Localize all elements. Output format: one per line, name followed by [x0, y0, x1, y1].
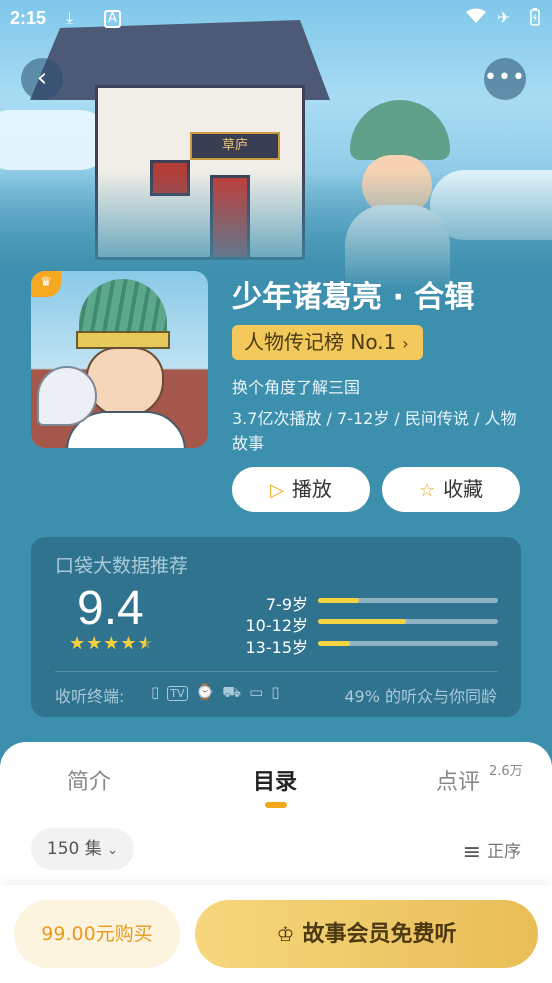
more-dots-icon: ••• — [484, 65, 526, 90]
play-icon: ▷ — [270, 480, 284, 501]
stats-card: 口袋大数据推荐 9.4 ★★★★★★ 7-9岁 10-12岁 13-15岁 收听… — [31, 537, 521, 717]
character-hat — [350, 100, 450, 160]
album-title: 少年诸葛亮 · 合辑 — [232, 280, 475, 315]
tab-catalog[interactable]: 目录 — [253, 764, 297, 796]
age-row: 13-15岁 — [221, 634, 501, 657]
crown-icon: ♔ — [276, 922, 295, 946]
chevron-right-icon: › — [402, 334, 409, 353]
tab-review[interactable]: 点评 — [436, 764, 480, 796]
sort-order-button[interactable]: ≡ 正序 — [463, 837, 521, 865]
more-button[interactable]: ••• — [484, 58, 526, 100]
buy-button[interactable]: 99.00元购买 — [14, 900, 180, 968]
sort-list-icon: ≡ — [462, 840, 481, 865]
album-subtitle: 换个角度了解三国 — [232, 378, 361, 397]
rank-badge[interactable]: 人物传记榜 No.1 › — [232, 325, 423, 360]
status-time: 2:15 — [10, 8, 47, 28]
episode-range-label: 150 集 — [46, 839, 102, 859]
age-bar-fill — [318, 598, 360, 603]
tab-intro[interactable]: 简介 — [67, 764, 111, 796]
album-meta: 3.7亿次播放 / 7-12岁 / 民间传说 / 人物故事 — [232, 409, 517, 453]
vip-listen-button[interactable]: ♔ 故事会员免费听 — [195, 900, 538, 968]
age-bar — [318, 641, 498, 646]
download-icon: ⤓ — [66, 8, 74, 27]
play-label: 播放 — [291, 477, 332, 501]
same-age-text: 49% 的听众与你同龄 — [344, 687, 497, 706]
wifi-icon — [466, 8, 486, 28]
airplane-icon: ✈ — [497, 8, 511, 27]
status-bar: 2:15 ⤓ A ✈ — [0, 0, 552, 36]
review-count: 2.6万 — [489, 764, 523, 779]
album-cover: ♛ — [31, 271, 208, 448]
bottom-bar: 99.00元购买 ♔ 故事会员免费听 — [0, 885, 552, 983]
age-bar — [318, 598, 498, 603]
favorite-label: 收藏 — [443, 477, 484, 501]
sort-order-label: 正序 — [487, 842, 521, 862]
speaker-icon: ▯ — [271, 683, 288, 701]
active-tab-indicator — [265, 802, 287, 808]
vip-crown-icon: ♛ — [31, 271, 61, 297]
phone-icon: ▯ — [151, 683, 168, 701]
temple-sign: 草庐 — [190, 132, 280, 160]
age-row: 7-9岁 — [221, 591, 501, 614]
cloud — [0, 110, 110, 170]
rank-label: 人物传记榜 No.1 — [244, 330, 397, 354]
device-icons: ▯ TV ⌚⛟▭▯ — [151, 683, 288, 703]
chevron-left-icon: ‹ — [36, 63, 48, 93]
age-bar — [318, 619, 498, 624]
battery-icon — [530, 8, 540, 30]
chevron-down-icon: ⌄ — [107, 843, 119, 858]
rating-score: 9.4 — [77, 582, 144, 635]
star-icon: ☆ — [418, 480, 436, 501]
age-label: 13-15岁 — [245, 638, 309, 657]
hero-banner: 草庐 — [0, 0, 552, 290]
age-label: 10-12岁 — [245, 616, 309, 635]
cover-face — [86, 347, 164, 417]
vip-listen-label: 故事会员免费听 — [302, 922, 457, 947]
tablet-icon: ▭ — [249, 683, 272, 701]
car-icon: ⛟ — [222, 683, 250, 701]
tv-icon: TV — [167, 686, 188, 701]
stats-divider — [55, 671, 498, 672]
font-icon: A — [104, 10, 121, 28]
age-row: 10-12岁 — [221, 612, 501, 635]
back-button[interactable]: ‹ — [21, 58, 63, 100]
age-bar-fill — [318, 641, 351, 646]
age-bar-fill — [318, 619, 407, 624]
stats-heading: 口袋大数据推荐 — [55, 555, 189, 577]
play-button[interactable]: ▷ 播放 — [232, 467, 370, 512]
cover-fan — [37, 366, 97, 426]
episode-range-select[interactable]: 150 集 ⌄ — [31, 828, 134, 870]
favorite-button[interactable]: ☆ 收藏 — [382, 467, 520, 512]
rating-stars: ★★★★★★ — [69, 633, 155, 654]
devices-label: 收听终端: — [55, 687, 125, 706]
watch-icon: ⌚ — [195, 683, 223, 701]
